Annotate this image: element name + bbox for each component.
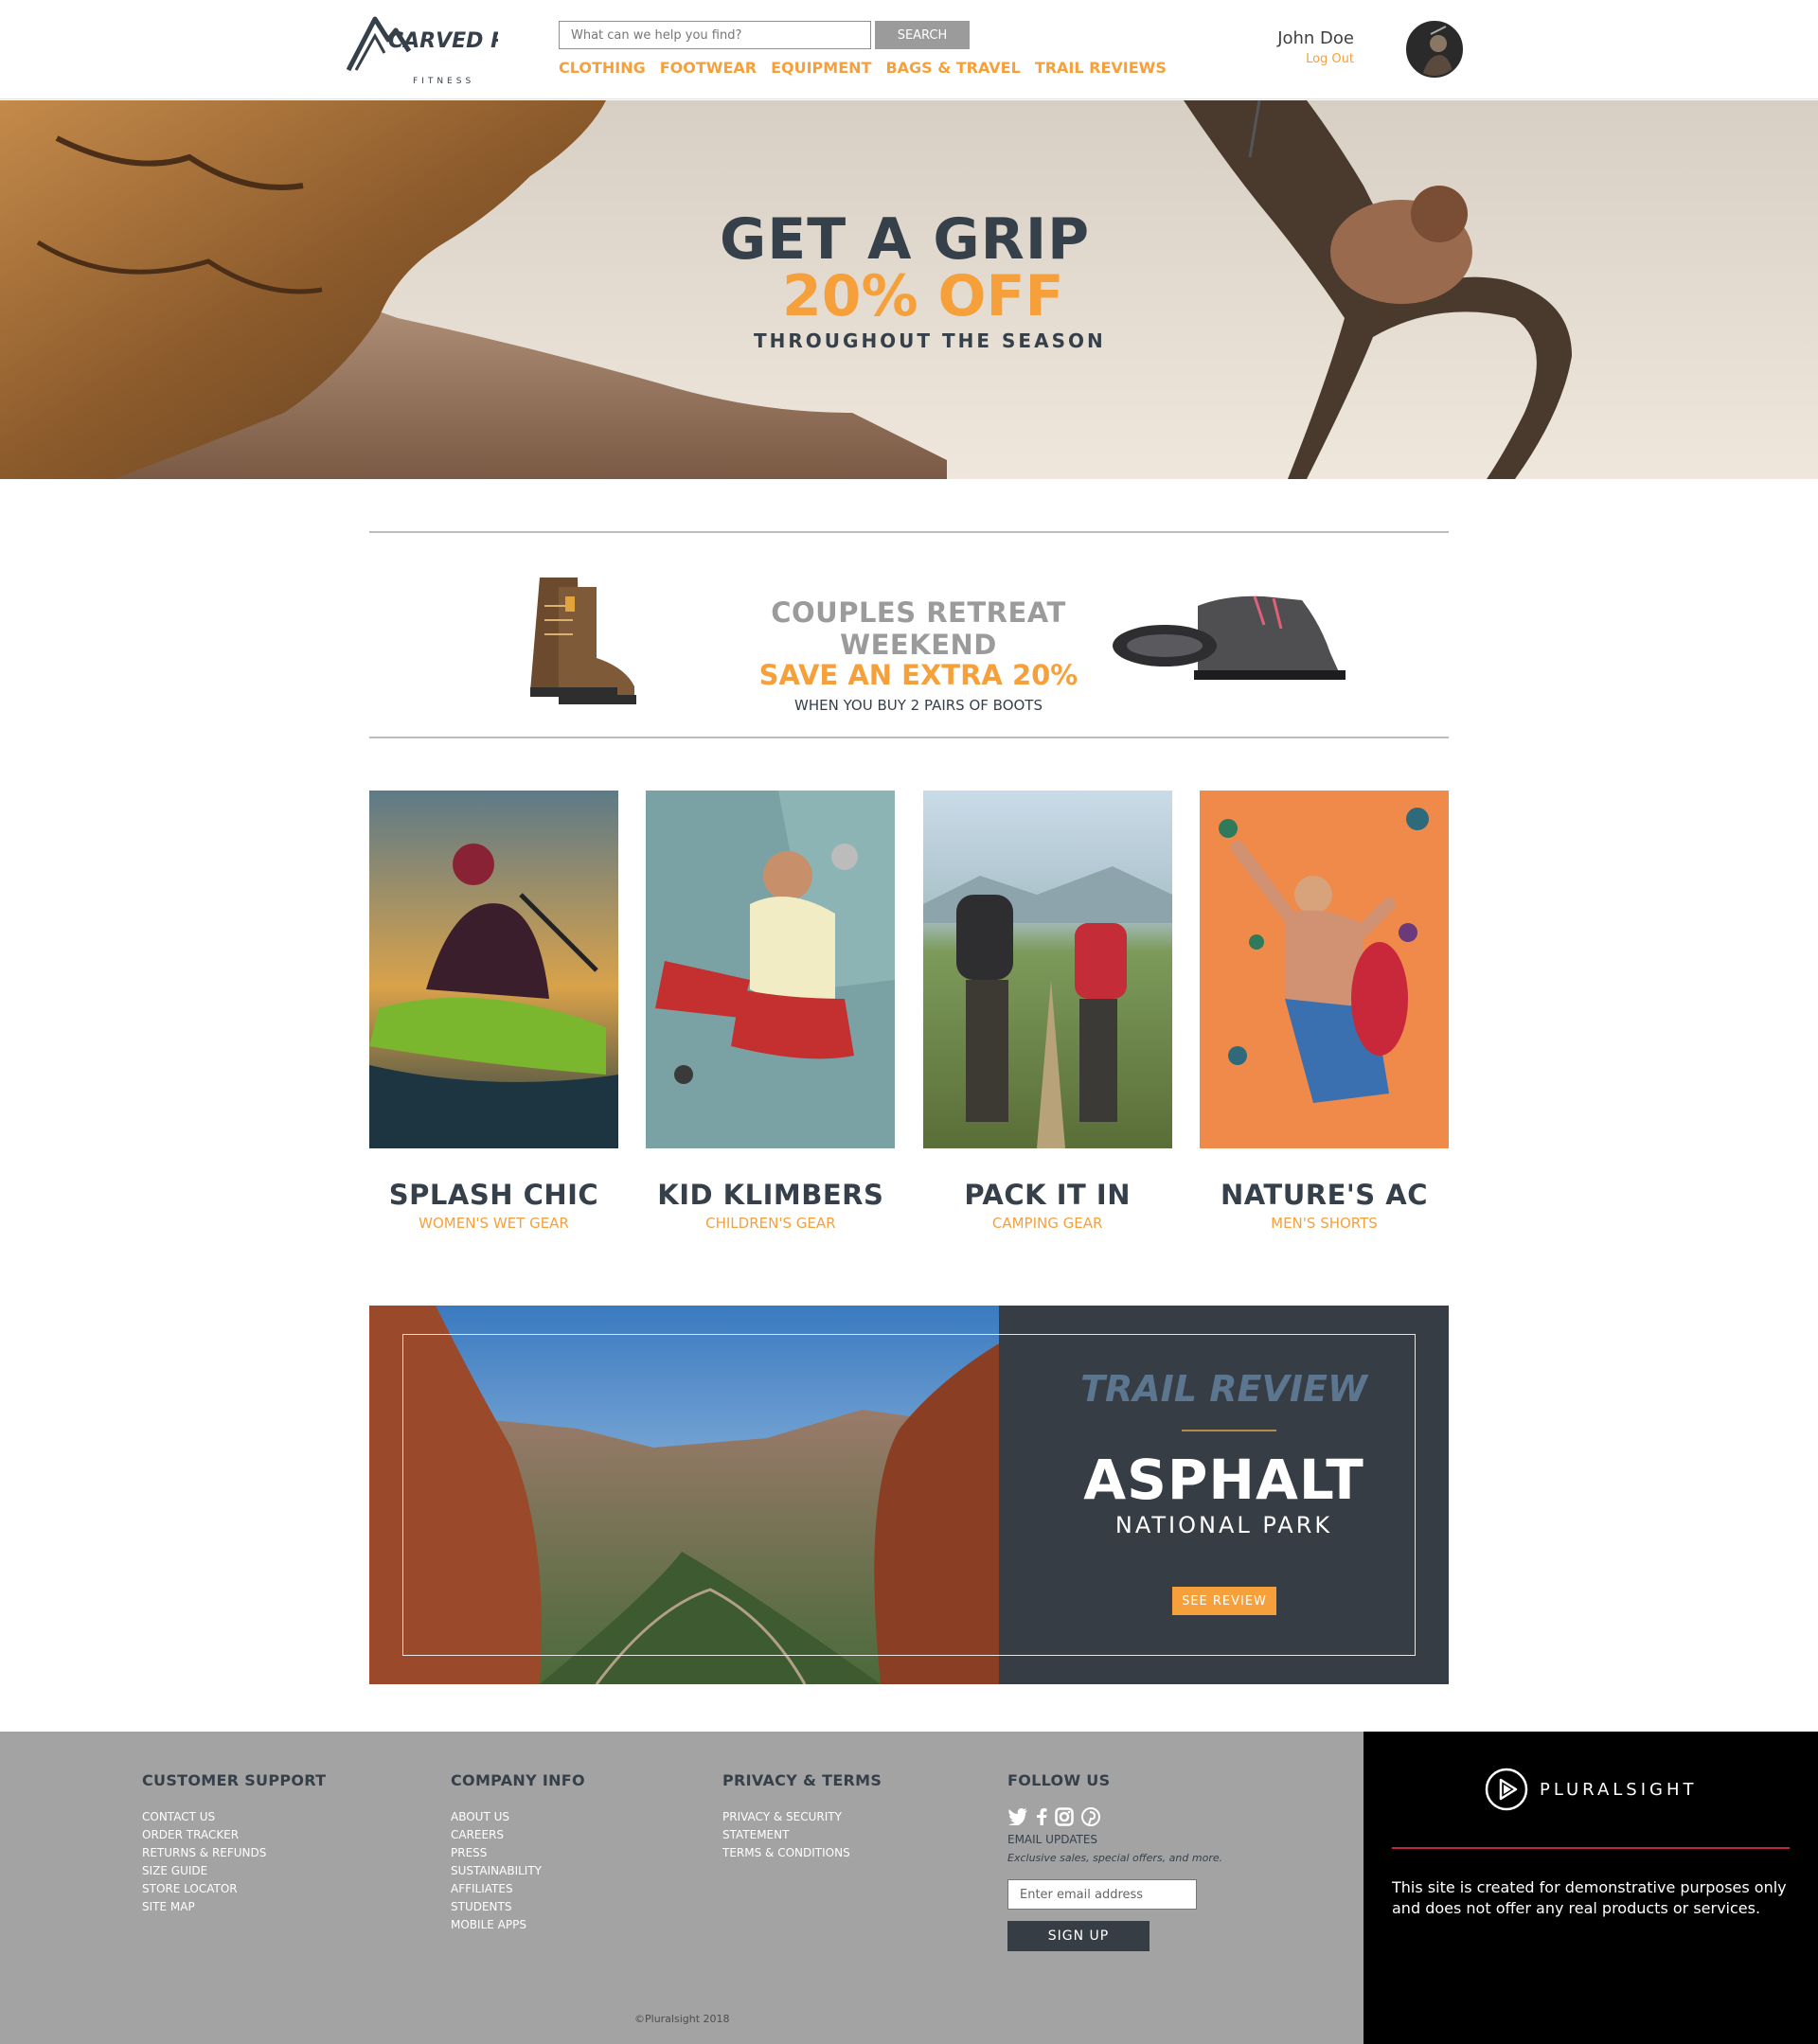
nav-equipment[interactable]: EQUIPMENT [771,59,871,77]
category-title: NATURE'S AC [1220,1179,1428,1211]
copyright: ©Pluralsight 2018 [634,2013,730,2025]
footer-link-contact-us[interactable]: CONTACT US [142,1808,326,1826]
promo-divider-bottom [369,737,1449,738]
logout-link[interactable]: Log Out [1277,52,1354,66]
trail-review-subtitle: NATIONAL PARK [1114,1512,1333,1538]
footer-link-students[interactable]: STUDENTS [451,1898,585,1916]
category-title: KID KLIMBERS [657,1179,884,1211]
footer-heading: CUSTOMER SUPPORT [142,1771,327,1789]
footer-link-privacy-security[interactable]: PRIVACY & SECURITY [722,1808,882,1826]
category-title: PACK IT IN [964,1179,1131,1211]
footer-link-press[interactable]: PRESS [451,1844,585,1862]
category-card-pack-it-in[interactable]: PACK IT IN CAMPING GEAR [922,791,1172,1232]
social-links [1007,1807,1222,1830]
user-avatar-icon [1408,23,1461,76]
footer-customer-support: CUSTOMER SUPPORT CONTACT US ORDER TRACKE… [142,1771,326,1916]
pluralsight-panel: PLURALSIGHT This site is created for dem… [1364,1732,1818,2044]
hero-discount: 20% OFF [782,263,1064,329]
email-updates-note: Exclusive sales, special offers, and mor… [1007,1852,1223,1864]
pluralsight-rule [1392,1847,1790,1849]
instagram-icon[interactable] [1055,1807,1074,1830]
footer-link-affiliates[interactable]: AFFILIATES [451,1880,585,1898]
user-name: John Doe [1277,28,1354,48]
pluralsight-logo[interactable]: PLURALSIGHT [1485,1768,1698,1811]
site-footer: CUSTOMER SUPPORT CONTACT US ORDER TRACKE… [0,1732,1364,2044]
main-nav: CLOTHING FOOTWEAR EQUIPMENT BAGS & TRAVE… [559,59,1167,77]
category-cards: SPLASH CHIC WOMEN'S WET GEAR KID KLIMBER… [369,791,1449,1232]
sign-up-button[interactable]: SIGN UP [1007,1921,1150,1951]
wall-climber-image [1199,791,1449,1148]
footer-link-order-tracker[interactable]: ORDER TRACKER [142,1826,326,1844]
nav-trail-reviews[interactable]: TRAIL REVIEWS [1035,59,1167,77]
search-bar: SEARCH [559,21,970,49]
search-input[interactable] [559,21,871,49]
twitter-icon[interactable] [1007,1808,1028,1829]
brand-logo[interactable]: CARVED ROCK FITNESS [346,11,558,87]
nav-bags-travel[interactable]: BAGS & TRAVEL [885,59,1020,77]
footer-link-mobile-apps[interactable]: MOBILE APPS [451,1916,585,1934]
footer-link-size-guide[interactable]: SIZE GUIDE [142,1862,326,1880]
email-updates-label: EMAIL UPDATES [1007,1833,1098,1846]
footer-heading: PRIVACY & TERMS [722,1771,882,1789]
canyon-image [369,1306,999,1684]
category-subtitle: CHILDREN'S GEAR [705,1215,836,1232]
footer-company-info: COMPANY INFO ABOUT US CAREERS PRESS SUST… [451,1771,585,1934]
footer-link-statement[interactable]: STATEMENT [722,1826,882,1844]
trail-review-name: ASPHALT [1083,1448,1364,1512]
pinterest-icon[interactable] [1081,1807,1100,1830]
category-subtitle: CAMPING GEAR [991,1215,1103,1232]
footer-link-store-locator[interactable]: STORE LOCATOR [142,1880,326,1898]
user-info: John Doe Log Out [1277,28,1354,66]
hero-subtitle: THROUGHOUT THE SEASON [754,329,1106,352]
hikers-image [922,791,1172,1148]
promo-divider-top [369,531,1449,533]
footer-link-careers[interactable]: CAREERS [451,1826,585,1844]
demo-disclaimer: This site is created for demonstrative p… [1392,1878,1787,1917]
category-card-splash-chic[interactable]: SPLASH CHIC WOMEN'S WET GEAR [369,791,618,1232]
category-card-kid-klimbers[interactable]: KID KLIMBERS CHILDREN'S GEAR [646,791,896,1232]
search-button[interactable]: SEARCH [875,21,970,49]
footer-link-site-map[interactable]: SITE MAP [142,1898,326,1916]
hero-banner[interactable]: GET A GRIP 20% OFF THROUGHOUT THE SEASON [0,100,1818,479]
mountain-logo-icon: CARVED ROCK FITNESS [346,16,558,86]
category-card-natures-ac[interactable]: NATURE'S AC MEN'S SHORTS [1199,791,1449,1232]
footer-link-terms-conditions[interactable]: TERMS & CONDITIONS [722,1844,882,1862]
hero-text: GET A GRIP 20% OFF THROUGHOUT THE SEASON [720,210,1117,352]
trail-review-kicker: TRAIL REVIEW [1080,1368,1367,1410]
trail-review-rule [1182,1430,1276,1431]
footer-privacy-terms: PRIVACY & TERMS PRIVACY & SECURITY STATE… [722,1771,882,1862]
footer-heading: COMPANY INFO [451,1771,585,1789]
grey-hiking-shoes-image [1113,595,1346,680]
nav-footwear[interactable]: FOOTWEAR [660,59,757,77]
category-subtitle: MEN'S SHORTS [1271,1215,1378,1232]
promo-note: WHEN YOU BUY 2 PAIRS OF BOOTS [794,697,1043,714]
trail-review-feature: TRAIL REVIEW ASPHALT NATIONAL PARK SEE R… [369,1306,1449,1684]
brown-boots-image [530,578,636,704]
footer-link-returns-refunds[interactable]: RETURNS & REFUNDS [142,1844,326,1862]
brand-tag: FITNESS [413,77,474,86]
category-title: SPLASH CHIC [388,1179,599,1211]
pluralsight-wordmark: PLURALSIGHT [1540,1779,1698,1800]
site-header: CARVED ROCK FITNESS SEARCH CLOTHING FOOT… [0,0,1818,99]
nav-clothing[interactable]: CLOTHING [559,59,646,77]
child-climber-image [646,791,896,1148]
footer-link-sustainability[interactable]: SUSTAINABILITY [451,1862,585,1880]
promo-offer: SAVE AN EXTRA 20% [758,659,1078,691]
facebook-icon[interactable] [1036,1808,1047,1829]
promo-text: COUPLES RETREAT WEEKEND SAVE AN EXTRA 20… [701,596,1136,714]
category-subtitle: WOMEN'S WET GEAR [419,1215,569,1232]
see-review-button[interactable]: SEE REVIEW [1172,1587,1276,1615]
boots-promo[interactable]: COUPLES RETREAT WEEKEND SAVE AN EXTRA 20… [369,534,1449,738]
footer-follow-us: FOLLOW US EMAIL UPDATES Exclusive sales,… [1007,1771,1222,1951]
hero-title: GET A GRIP [720,206,1091,273]
avatar[interactable] [1406,21,1463,78]
pluralsight-play-icon [1485,1768,1528,1811]
footer-link-about-us[interactable]: ABOUT US [451,1808,585,1826]
promo-title: COUPLES RETREAT WEEKEND [771,596,1066,661]
kayaker-image [369,791,618,1148]
brand-name-line1: CARVED ROCK [388,29,498,53]
footer-heading: FOLLOW US [1007,1771,1111,1789]
newsletter-email-input[interactable] [1007,1879,1197,1910]
